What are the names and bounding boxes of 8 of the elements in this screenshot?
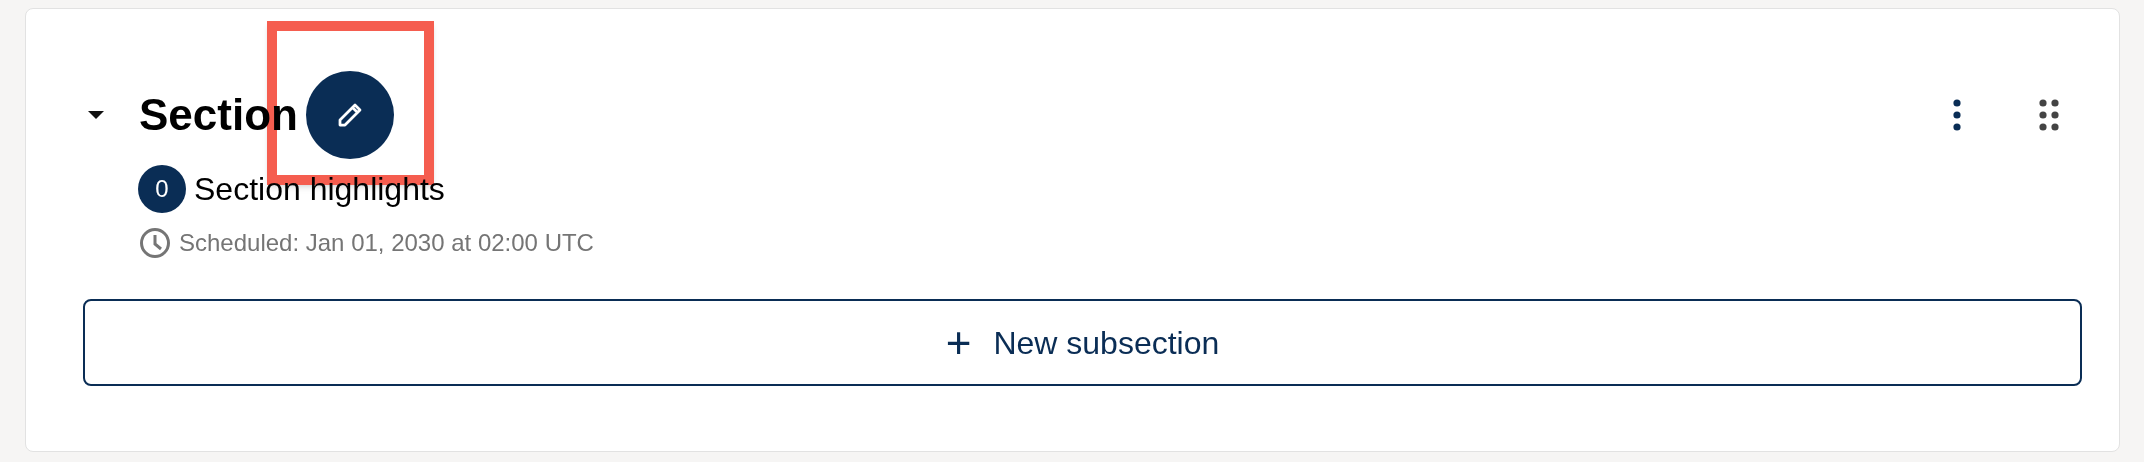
plus-icon: + [945,320,972,365]
more-options-icon[interactable] [1953,99,1961,131]
caret-icon[interactable] [86,109,106,121]
clock-icon [139,227,171,259]
drag-handle-icon[interactable] [2039,99,2059,131]
new-subsection-button[interactable]: + New subsection [83,299,2082,386]
count-badge: 0 [138,165,186,213]
schedule-text: Scheduled: Jan 01, 2030 at 02:00 UTC [179,228,594,258]
